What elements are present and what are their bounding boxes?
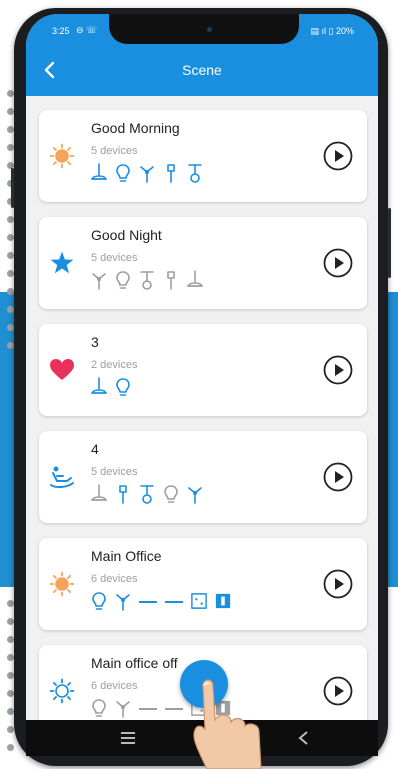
decorative-dot	[7, 270, 14, 277]
app-screen: 3:25 ⊖ ☏ ▤ ıl ▯ 20% Scene Good Morning 5 …	[26, 14, 378, 720]
recent-apps-icon[interactable]	[121, 732, 135, 744]
power-button	[388, 208, 391, 278]
scene-name: Main Office	[91, 548, 162, 564]
bulb-icon	[116, 271, 130, 289]
notification-icons: ⊖ ☏	[76, 25, 98, 35]
system-back-icon[interactable]	[296, 730, 310, 746]
decorative-dot	[7, 144, 14, 151]
status-bar: 3:25 ⊖ ☏ ▤ ıl ▯ 20%	[26, 14, 378, 44]
decorative-dot	[7, 618, 14, 625]
device-icons-row	[91, 162, 203, 184]
sun-icon	[49, 571, 75, 597]
device-count: 5 devices	[91, 252, 138, 264]
pendant-lamp-icon	[140, 485, 154, 504]
decorative-dot	[7, 600, 14, 607]
decorative-dot	[7, 708, 14, 715]
status-right: ▤ ıl ▯ 20%	[311, 26, 355, 37]
fan-icon	[116, 594, 130, 611]
decorative-dot	[7, 108, 14, 115]
scene-card[interactable]: Good Night 5 devices	[39, 217, 367, 309]
bulb-icon	[116, 164, 130, 182]
app-bar: Scene	[26, 44, 378, 96]
sun-outline-icon	[49, 678, 75, 704]
ceiling-lamp-icon	[91, 484, 107, 501]
scene-name: 3	[91, 334, 99, 350]
fan-icon	[116, 701, 130, 718]
decorative-dot	[7, 288, 14, 295]
device-icons-row	[91, 590, 231, 612]
bulb-icon	[92, 699, 106, 717]
pendant-lamp-icon	[188, 164, 202, 183]
device-count: 2 devices	[91, 359, 138, 371]
play-button[interactable]	[323, 248, 353, 278]
bulb-icon	[116, 378, 130, 396]
device-count: 6 devices	[91, 573, 138, 585]
fan-icon	[188, 487, 202, 504]
play-button[interactable]	[323, 462, 353, 492]
decorative-dot	[7, 252, 14, 259]
star-icon	[50, 251, 74, 274]
scene-name: Good Morning	[91, 120, 180, 136]
play-button[interactable]	[323, 569, 353, 599]
play-button[interactable]	[323, 141, 353, 171]
notch	[109, 14, 299, 44]
decorative-dot	[7, 690, 14, 697]
decorative-dot	[7, 636, 14, 643]
ceiling-lamp-icon	[91, 377, 107, 394]
device-count: 5 devices	[91, 466, 138, 478]
sun-icon	[49, 143, 75, 169]
switch-icon	[215, 593, 231, 609]
ceiling-lamp-icon	[187, 270, 203, 287]
play-button[interactable]	[323, 676, 353, 706]
scene-name: 4	[91, 441, 99, 457]
socket-icon	[191, 593, 207, 609]
scene-card[interactable]: Good Morning 5 devices	[39, 110, 367, 202]
status-time: 3:25	[52, 26, 70, 36]
decorative-dot	[7, 324, 14, 331]
device-count: 5 devices	[91, 145, 138, 157]
device-count: 6 devices	[91, 680, 138, 692]
separator-line	[139, 601, 157, 603]
decorative-dot	[7, 234, 14, 241]
device-icons-row	[91, 483, 203, 505]
decorative-dot	[7, 672, 14, 679]
wall-light-icon	[167, 271, 175, 290]
separator-line	[139, 708, 157, 710]
battery-level: 20%	[335, 26, 354, 36]
play-button[interactable]	[323, 355, 353, 385]
scene-card[interactable]: 4 5 devices	[39, 431, 367, 523]
device-icons-row	[91, 269, 203, 291]
decorative-dot	[7, 306, 14, 313]
camera-icon	[207, 27, 212, 32]
decorative-dot	[7, 126, 14, 133]
wifi-signal-icon: ▤ ıl ▯	[310, 26, 334, 36]
decorative-dot	[7, 654, 14, 661]
page-title: Scene	[182, 62, 222, 78]
volume-button	[11, 168, 14, 208]
separator-line	[165, 708, 183, 710]
decorative-dot	[7, 342, 14, 349]
ceiling-lamp-icon	[91, 163, 107, 180]
fan-icon	[92, 273, 106, 290]
bulb-icon	[92, 592, 106, 610]
decorative-dot	[7, 90, 14, 97]
bulb-icon	[164, 485, 178, 503]
scene-name: Main office off	[91, 655, 178, 671]
scene-card[interactable]: Main Office 6 devices	[39, 538, 367, 630]
scene-name: Good Night	[91, 227, 162, 243]
decorative-dot	[7, 216, 14, 223]
fan-icon	[140, 166, 154, 183]
scene-card[interactable]: 3 2 devices	[39, 324, 367, 416]
wall-light-icon	[167, 164, 175, 183]
heart-icon	[50, 359, 74, 380]
decorative-dot	[7, 744, 14, 751]
wall-light-icon	[119, 485, 127, 504]
separator-line	[165, 601, 183, 603]
pointing-hand-icon	[193, 679, 262, 769]
decorative-dot	[7, 726, 14, 733]
recliner-icon	[50, 466, 74, 489]
device-icons-row	[91, 376, 131, 398]
pendant-lamp-icon	[140, 271, 154, 290]
